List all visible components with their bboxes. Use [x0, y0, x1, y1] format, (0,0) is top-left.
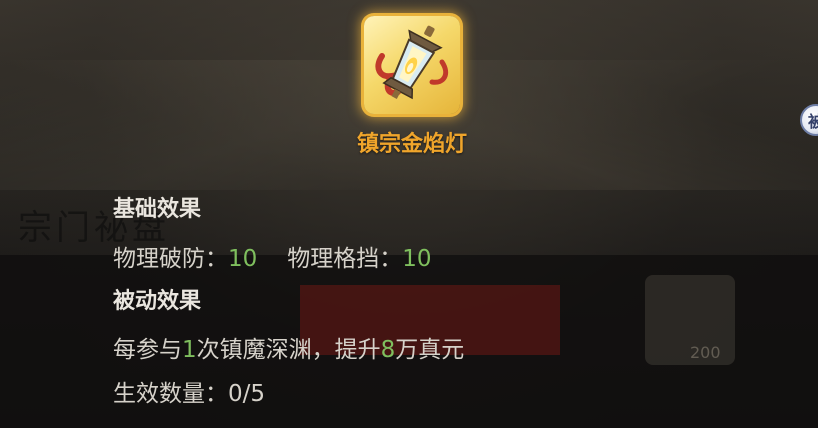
- stat-value-physical-pierce: 10: [228, 246, 258, 272]
- effective-count-value: 0/5: [228, 381, 266, 407]
- stat-label-physical-pierce: 物理破防：: [113, 246, 228, 272]
- passive-effect-description: 每参与1次镇魔深渊，提升8万真元: [113, 330, 464, 364]
- passive-desc-text-1: 每参与: [113, 337, 182, 363]
- passive-effect-title: 被动效果: [113, 289, 202, 314]
- passive-desc-text-3: 万真元: [395, 337, 465, 363]
- background-flame-number: 200: [690, 343, 721, 362]
- basic-effect-title: 基础效果: [113, 197, 202, 222]
- effective-count-label: 生效数量：: [113, 381, 228, 407]
- stat-label-physical-block: 物理格挡：: [287, 246, 403, 272]
- lantern-icon: [375, 25, 449, 100]
- passive-desc-text-2: 次镇魔深渊，提升: [196, 337, 381, 363]
- passive-desc-number-1: 1: [182, 337, 197, 363]
- effective-count: 生效数量：0/5: [113, 374, 265, 408]
- passive-desc-number-2: 8: [380, 337, 396, 363]
- item-icon-frame[interactable]: 被: [364, 16, 818, 136]
- basic-effect-stats: 物理破防：10 物理格挡：10: [113, 239, 432, 273]
- stat-value-physical-block: 10: [402, 246, 432, 272]
- item-name: 镇宗金焰灯: [356, 132, 467, 157]
